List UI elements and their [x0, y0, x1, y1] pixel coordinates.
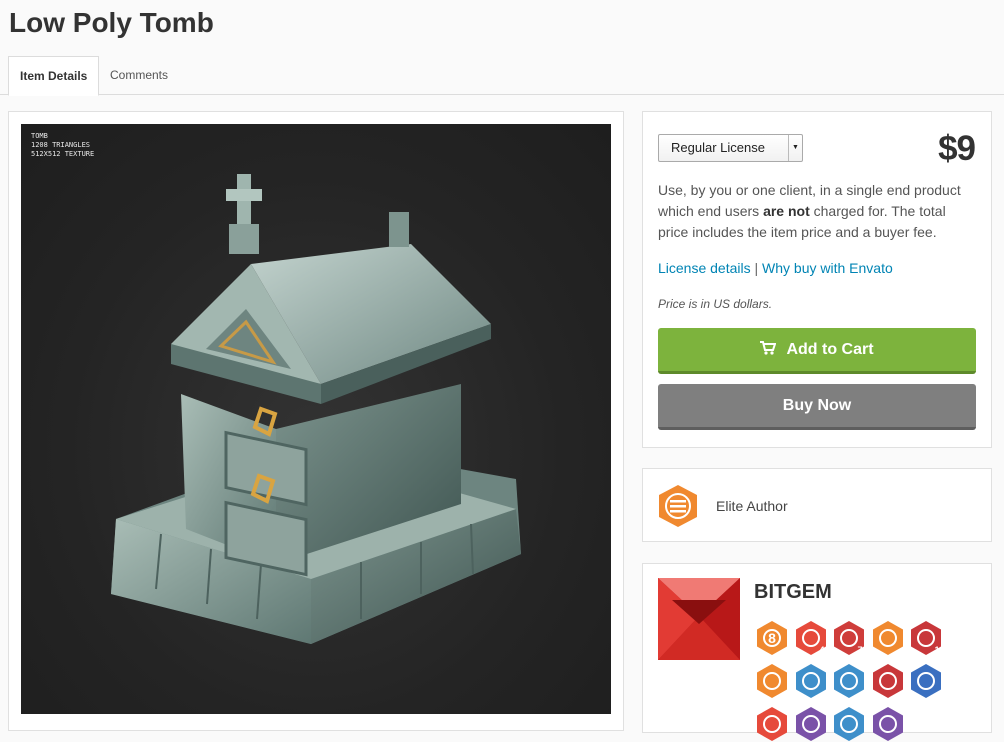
cart-icon: [760, 341, 777, 355]
elite-author-label: Elite Author: [716, 498, 788, 514]
tab-bar: Item Details Comments: [0, 56, 1004, 96]
author-person-icon[interactable]: [794, 663, 828, 699]
location-icon[interactable]: [755, 706, 789, 742]
license-links: License details | Why buy with Envato: [658, 260, 893, 276]
license-desc-bold: are not: [763, 203, 810, 219]
document-icon[interactable]: [832, 663, 866, 699]
years-8-icon[interactable]: 8: [755, 620, 789, 656]
badge-count: 7: [857, 645, 862, 655]
license-select[interactable]: Regular License ▼: [658, 134, 803, 162]
badge-count: 1: [934, 645, 939, 655]
badge-count: 8: [768, 630, 776, 646]
badge-count: 4: [819, 645, 824, 655]
preview-card: TOMB 1208 TRIANGLES 512x512 TEXTURE: [8, 111, 624, 731]
author-avatar[interactable]: [658, 578, 740, 660]
elite-author-card: Elite Author: [642, 468, 992, 542]
check-icon[interactable]: [832, 706, 866, 742]
license-select-value: Regular License: [671, 140, 765, 155]
license-card: Regular License ▼ $9 Use, by you or one …: [642, 111, 992, 448]
add-to-cart-button[interactable]: Add to Cart: [658, 328, 976, 374]
license-description: Use, by you or one client, in a single e…: [658, 180, 978, 243]
item-price: $9: [938, 129, 976, 168]
author-name[interactable]: BITGEM: [754, 581, 832, 604]
trophy-icon[interactable]: [794, 706, 828, 742]
flag-icon[interactable]: [871, 706, 905, 742]
elite-stack-icon[interactable]: [755, 663, 789, 699]
elite-author-icon: [659, 485, 697, 527]
referral-link-icon[interactable]: 4: [794, 620, 828, 656]
bow-icon[interactable]: [871, 663, 905, 699]
add-to-cart-label: Add to Cart: [786, 341, 874, 358]
flask-icon[interactable]: [871, 620, 905, 656]
paw-icon[interactable]: 7: [832, 620, 866, 656]
tomb-illustration: [111, 174, 521, 644]
tab-comments[interactable]: Comments: [99, 56, 179, 95]
buy-now-button[interactable]: Buy Now: [658, 384, 976, 430]
newspaper-icon[interactable]: [909, 663, 943, 699]
page-title: Low Poly Tomb: [9, 7, 214, 38]
price-note: Price is in US dollars.: [658, 297, 773, 311]
why-buy-link[interactable]: Why buy with Envato: [762, 260, 893, 276]
chip-icon[interactable]: 1: [909, 620, 943, 656]
author-card: BITGEM 8 4 7 1: [642, 563, 992, 741]
tab-item-details[interactable]: Item Details: [8, 56, 100, 96]
chevron-down-icon: ▼: [788, 135, 802, 161]
link-separator: |: [754, 260, 759, 276]
license-details-link[interactable]: License details: [658, 260, 751, 276]
item-preview-image[interactable]: TOMB 1208 TRIANGLES 512x512 TEXTURE: [21, 124, 611, 714]
